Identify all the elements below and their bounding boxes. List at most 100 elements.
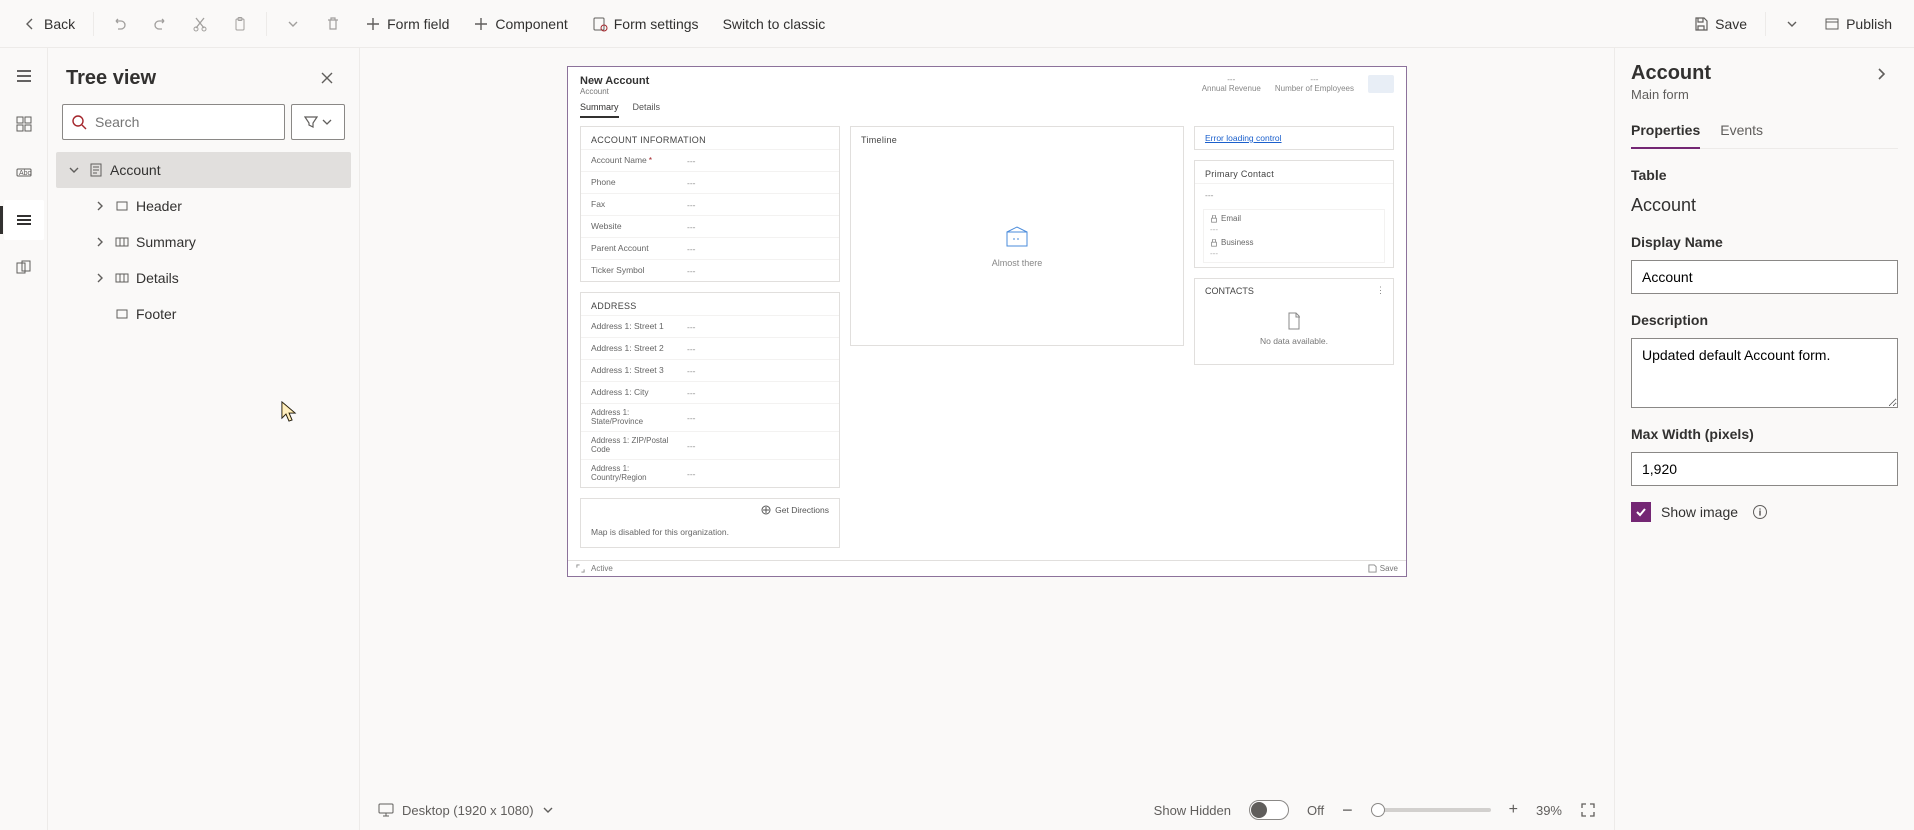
error-loading-link[interactable]: Error loading control [1195, 127, 1393, 149]
search-input[interactable] [95, 114, 276, 130]
info-icon[interactable] [1752, 504, 1768, 520]
publish-label: Publish [1846, 16, 1892, 32]
show-image-checkbox[interactable] [1631, 502, 1651, 522]
redo-icon [152, 16, 168, 32]
expand-icon[interactable] [576, 564, 585, 573]
contacts-card[interactable]: CONTACTS ⋮ No data available. [1194, 278, 1394, 365]
field-row[interactable]: Address 1: Street 2--- [581, 337, 839, 359]
add-form-field-button[interactable]: Form field [355, 8, 459, 40]
zoom-slider[interactable] [1371, 808, 1491, 812]
rail-libraries[interactable] [4, 248, 44, 288]
tree-search[interactable] [62, 104, 285, 140]
account-info-card[interactable]: ACCOUNT INFORMATION Account Name*--- Pho… [580, 126, 840, 282]
max-width-label: Max Width (pixels) [1631, 426, 1898, 442]
primary-contact-card[interactable]: Primary Contact --- Email --- [1194, 160, 1394, 268]
show-hidden-toggle[interactable] [1249, 800, 1289, 820]
lock-icon [1210, 215, 1218, 223]
save-button[interactable]: Save [1683, 8, 1757, 40]
back-button[interactable]: Back [12, 8, 85, 40]
contact-email-row[interactable]: Email [1210, 214, 1378, 223]
field-row[interactable]: Address 1: Street 1--- [581, 315, 839, 337]
description-input[interactable] [1631, 338, 1898, 408]
field-row[interactable]: Website--- [581, 215, 839, 237]
field-row[interactable]: Phone--- [581, 171, 839, 193]
zoom-out-button[interactable]: − [1342, 800, 1353, 821]
tree-node-details[interactable]: Details [56, 260, 351, 296]
rail-fields[interactable]: Abc [4, 152, 44, 192]
chevron-right-icon [92, 200, 108, 212]
field-row[interactable]: Address 1: State/Province--- [581, 403, 839, 431]
timeline-msg: Almost there [992, 258, 1043, 268]
field-row[interactable]: Address 1: ZIP/Postal Code--- [581, 431, 839, 459]
card-title: Primary Contact [1195, 161, 1393, 183]
contact-business-row[interactable]: Business [1210, 238, 1378, 247]
left-rail: Abc [0, 48, 48, 830]
rail-hamburger[interactable] [4, 56, 44, 96]
tree-node-label: Summary [136, 234, 196, 250]
timeline-card[interactable]: Timeline Almost there [850, 126, 1184, 346]
lock-icon [1210, 239, 1218, 247]
tree-node-footer[interactable]: Footer [56, 296, 351, 332]
canvas-tab-details[interactable]: Details [633, 102, 661, 118]
back-label: Back [44, 16, 75, 32]
paste-dropdown[interactable] [275, 8, 311, 40]
error-card[interactable]: Error loading control [1194, 126, 1394, 150]
cut-button[interactable] [182, 8, 218, 40]
description-label: Description [1631, 312, 1898, 328]
tree-node-summary[interactable]: Summary [56, 224, 351, 260]
search-icon [71, 114, 87, 130]
tree-list: Account Header Summary Details Footer [56, 152, 351, 822]
field-row[interactable]: Address 1: Country/Region--- [581, 459, 839, 487]
tab-icon [114, 270, 130, 286]
form-settings-button[interactable]: Form settings [582, 8, 709, 40]
chevron-down-icon [285, 16, 301, 32]
field-row[interactable]: Account Name*--- [581, 149, 839, 171]
canvas-tab-summary[interactable]: Summary [580, 102, 619, 118]
max-width-input[interactable] [1631, 452, 1898, 486]
redo-button[interactable] [142, 8, 178, 40]
form-subtitle: Account [580, 87, 649, 96]
collapse-props-button[interactable] [1874, 62, 1898, 86]
tree-node-label: Header [136, 198, 182, 214]
table-value: Account [1631, 195, 1898, 216]
fit-to-screen-button[interactable] [1580, 802, 1596, 818]
form-canvas[interactable]: New Account Account ---Annual Revenue --… [567, 66, 1407, 577]
save-icon [1368, 564, 1377, 573]
map-disabled-note: Map is disabled for this organization. [581, 521, 839, 547]
device-selector[interactable]: Desktop (1920 x 1080) [378, 802, 554, 818]
field-row[interactable]: Address 1: City--- [581, 381, 839, 403]
canvas-save[interactable]: Save [1368, 564, 1398, 573]
publish-button[interactable]: Publish [1814, 8, 1902, 40]
map-card[interactable]: Get Directions Map is disabled for this … [580, 498, 840, 548]
rail-components[interactable] [4, 104, 44, 144]
address-card[interactable]: ADDRESS Address 1: Street 1--- Address 1… [580, 292, 840, 488]
close-tree-button[interactable] [313, 64, 341, 92]
field-row[interactable]: Parent Account--- [581, 237, 839, 259]
more-icon[interactable]: ⋮ [1376, 285, 1385, 296]
monitor-icon [378, 802, 394, 818]
undo-button[interactable] [102, 8, 138, 40]
switch-classic-button[interactable]: Switch to classic [713, 8, 836, 40]
rail-tree-view[interactable] [4, 200, 44, 240]
tree-node-account[interactable]: Account [56, 152, 351, 188]
delete-button[interactable] [315, 8, 351, 40]
field-row[interactable]: Fax--- [581, 193, 839, 215]
get-directions-link[interactable]: Get Directions [581, 499, 839, 521]
save-dropdown[interactable] [1774, 8, 1810, 40]
chevron-right-icon [92, 272, 108, 284]
tree-node-header[interactable]: Header [56, 188, 351, 224]
fit-icon [1580, 802, 1596, 818]
separator [266, 12, 267, 36]
field-row[interactable]: Ticker Symbol--- [581, 259, 839, 281]
display-name-input[interactable] [1631, 260, 1898, 294]
props-tab-properties[interactable]: Properties [1631, 116, 1700, 148]
form-settings-label: Form settings [614, 16, 699, 32]
paste-button[interactable] [222, 8, 258, 40]
props-tab-events[interactable]: Events [1720, 116, 1763, 148]
field-row[interactable]: Address 1: Street 3--- [581, 359, 839, 381]
filter-button[interactable] [291, 104, 345, 140]
form-icon [88, 162, 104, 178]
zoom-in-button[interactable]: + [1509, 801, 1518, 819]
field-row[interactable]: --- [1195, 183, 1393, 205]
add-component-button[interactable]: Component [463, 8, 577, 40]
